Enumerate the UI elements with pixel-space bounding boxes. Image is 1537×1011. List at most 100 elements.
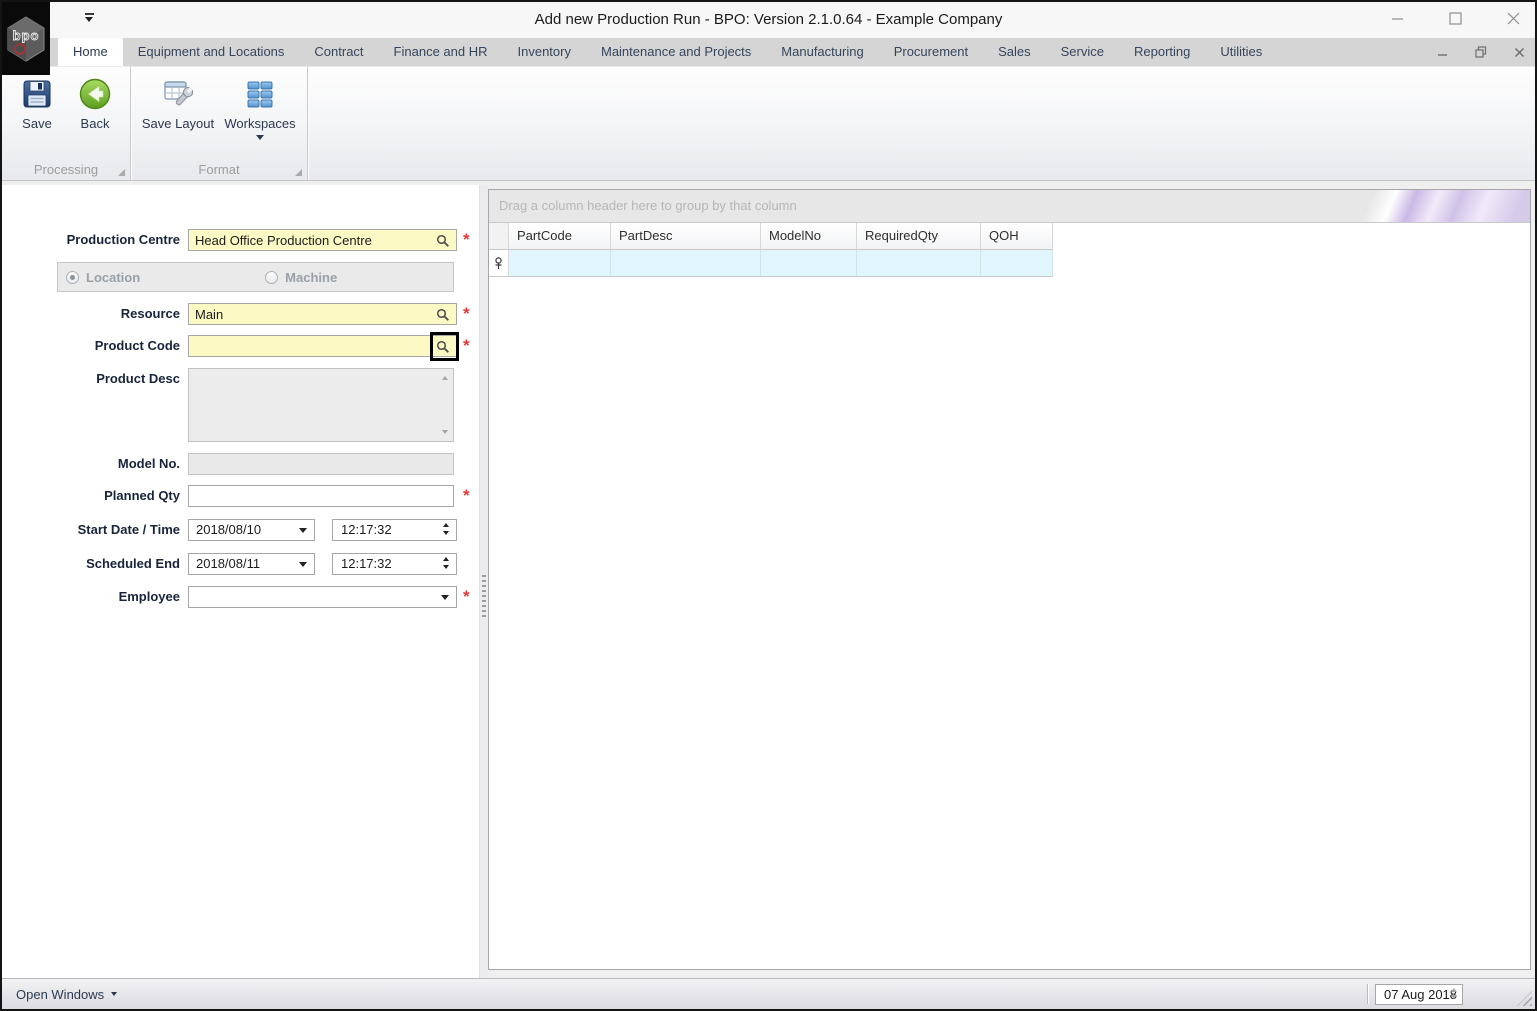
required-marker: * xyxy=(463,230,470,249)
group-by-bar[interactable]: Drag a column header here to group by th… xyxy=(489,190,1530,223)
product-desc-field xyxy=(188,368,454,442)
chevron-down-icon[interactable] xyxy=(299,528,307,533)
splitter-grip-icon xyxy=(482,575,486,617)
planned-qty-field[interactable] xyxy=(188,485,454,507)
app-logo: bpo xyxy=(2,2,50,75)
title-bar: bpo Add new Production Run - BPO: Versio… xyxy=(2,2,1535,75)
spin-up-icon[interactable] xyxy=(443,557,449,561)
spin-up-icon[interactable] xyxy=(443,523,449,527)
product-code-input[interactable] xyxy=(189,336,456,356)
resource-field[interactable] xyxy=(188,303,457,325)
grid-header-row: PartCode PartDesc ModelNo RequiredQty QO… xyxy=(489,223,1530,250)
chevron-down-icon[interactable] xyxy=(441,595,449,600)
machine-radio[interactable]: Machine xyxy=(265,270,337,285)
location-radio[interactable]: Location xyxy=(66,270,140,285)
model-no-field xyxy=(188,453,454,475)
panel-splitter[interactable] xyxy=(479,185,488,978)
search-icon[interactable] xyxy=(434,232,452,250)
back-arrow-icon xyxy=(78,76,112,112)
spin-up-icon[interactable] xyxy=(1451,988,1457,992)
filter-empty-area xyxy=(1053,250,1530,277)
scheduled-end-time-spinner[interactable]: 12:17:32 xyxy=(332,553,457,575)
scroll-down-icon[interactable] xyxy=(442,430,448,434)
save-floppy-icon xyxy=(21,76,53,112)
search-icon[interactable] xyxy=(434,338,452,356)
search-icon[interactable] xyxy=(434,306,452,324)
tab-procurement[interactable]: Procurement xyxy=(879,38,983,66)
production-centre-input[interactable] xyxy=(189,230,456,250)
column-header-requiredqty[interactable]: RequiredQty xyxy=(857,223,981,250)
scheduled-end-label: Scheduled End xyxy=(86,556,180,571)
svg-text:bpo: bpo xyxy=(13,28,40,43)
column-header-partcode[interactable]: PartCode xyxy=(509,223,611,250)
location-radio-label: Location xyxy=(86,269,141,285)
spin-down-icon[interactable] xyxy=(443,531,449,535)
quick-access-dropdown-icon[interactable] xyxy=(82,13,96,25)
scheduled-end-date-picker[interactable]: 2018/08/11 xyxy=(188,553,315,575)
employee-dropdown[interactable] xyxy=(188,586,457,608)
ribbon-tabs: Home Equipment and Locations Contract Fi… xyxy=(58,38,1277,66)
column-header-qoh[interactable]: QOH xyxy=(981,223,1053,250)
chevron-down-icon xyxy=(111,992,118,996)
close-button[interactable] xyxy=(1506,10,1521,27)
tab-utilities[interactable]: Utilities xyxy=(1205,38,1277,66)
tab-home[interactable]: Home xyxy=(58,38,123,66)
mdi-window-controls xyxy=(1437,38,1525,66)
filter-cell-partcode[interactable] xyxy=(509,250,611,277)
mdi-close-icon[interactable] xyxy=(1514,47,1525,58)
workspaces-button[interactable]: Workspaces xyxy=(219,71,301,157)
scroll-up-icon[interactable] xyxy=(442,376,448,380)
dialog-launcher-icon[interactable] xyxy=(295,169,302,176)
planned-qty-input[interactable] xyxy=(189,486,453,506)
resource-input[interactable] xyxy=(189,304,456,324)
ribbon-empty-area xyxy=(308,67,1535,180)
workspaces-grid-icon xyxy=(244,76,276,112)
filter-cell-partdesc[interactable] xyxy=(611,250,761,277)
tab-contract[interactable]: Contract xyxy=(299,38,378,66)
spin-down-icon[interactable] xyxy=(1451,995,1457,999)
tab-service[interactable]: Service xyxy=(1046,38,1119,66)
tab-sales[interactable]: Sales xyxy=(983,38,1046,66)
save-layout-button[interactable]: Save Layout xyxy=(137,71,219,157)
column-header-modelno[interactable]: ModelNo xyxy=(761,223,857,250)
open-windows-label: Open Windows xyxy=(16,986,105,1002)
filter-cell-requiredqty[interactable] xyxy=(857,250,981,277)
production-centre-field[interactable] xyxy=(188,229,457,251)
start-time-spinner[interactable]: 12:17:32 xyxy=(332,519,457,541)
mdi-restore-icon[interactable] xyxy=(1475,46,1487,58)
tab-inventory[interactable]: Inventory xyxy=(503,38,586,66)
product-code-field[interactable] xyxy=(188,332,459,361)
production-run-form: Production Centre * Location Machine xyxy=(2,185,479,978)
tab-equipment-and-locations[interactable]: Equipment and Locations xyxy=(123,38,300,66)
tab-finance-and-hr[interactable]: Finance and HR xyxy=(379,38,503,66)
status-date-editor[interactable]: 07 Aug 2018 xyxy=(1375,984,1463,1005)
status-bar: Open Windows 07 Aug 2018 xyxy=(2,978,1535,1009)
radio-selected-icon xyxy=(66,270,79,284)
filter-row-indicator xyxy=(489,250,509,277)
tab-manufacturing[interactable]: Manufacturing xyxy=(766,38,878,66)
filter-cell-modelno[interactable] xyxy=(761,250,857,277)
resize-grip-icon[interactable] xyxy=(1517,991,1532,1006)
back-button-label: Back xyxy=(80,116,110,131)
minimize-button[interactable] xyxy=(1390,10,1405,27)
maximize-button[interactable] xyxy=(1448,10,1463,27)
back-button[interactable]: Back xyxy=(66,71,124,157)
radio-unselected-icon xyxy=(265,270,279,284)
mdi-minimize-icon[interactable] xyxy=(1437,47,1448,58)
dialog-launcher-icon[interactable] xyxy=(118,169,125,176)
tab-reporting[interactable]: Reporting xyxy=(1119,38,1205,66)
save-button-label: Save xyxy=(22,116,52,131)
open-windows-button[interactable]: Open Windows xyxy=(16,986,118,1002)
product-code-label: Product Code xyxy=(94,338,180,353)
bpo-logo-icon: bpo xyxy=(7,15,45,62)
save-button[interactable]: Save xyxy=(8,71,66,157)
parts-grid: Drag a column header here to group by th… xyxy=(488,189,1531,970)
column-header-partdesc[interactable]: PartDesc xyxy=(611,223,761,250)
required-marker: * xyxy=(463,336,470,355)
tab-maintenance-and-projects[interactable]: Maintenance and Projects xyxy=(586,38,766,66)
start-date-picker[interactable]: 2018/08/10 xyxy=(188,519,315,541)
spin-down-icon[interactable] xyxy=(443,565,449,569)
production-centre-label: Production Centre xyxy=(66,232,180,247)
filter-cell-qoh[interactable] xyxy=(981,250,1053,277)
chevron-down-icon[interactable] xyxy=(299,562,307,567)
